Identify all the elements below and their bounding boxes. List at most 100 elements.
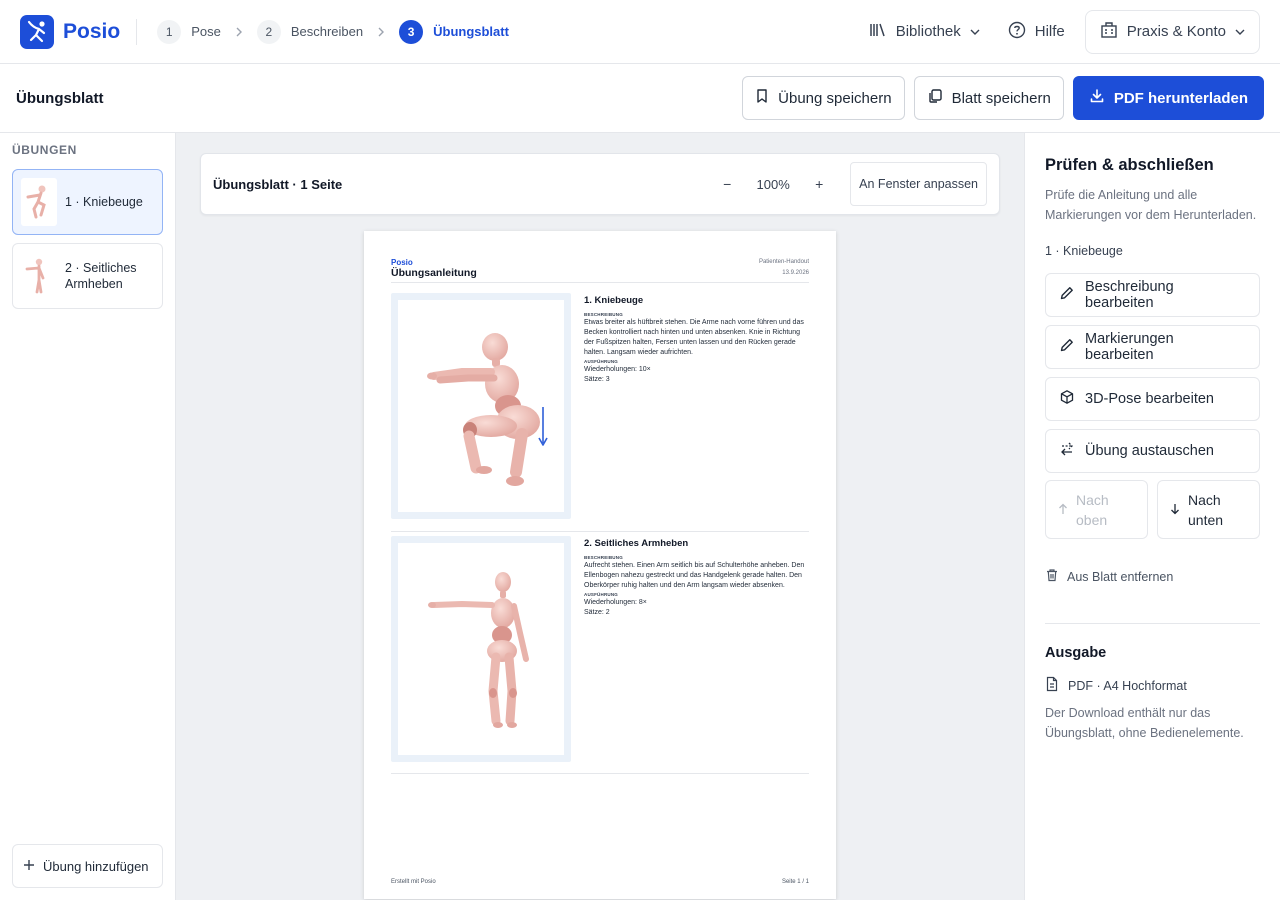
arrow-down-icon — [1170, 500, 1180, 520]
exercise-image-lateral-raise — [391, 536, 571, 762]
step-number: 1 — [157, 19, 182, 44]
exercise-sidebar: ÜBUNGEN 1 · Kniebeuge 2 · Seitliches Arm… — [0, 133, 176, 900]
sheet-footer-credit: Erstellt mit Posio — [391, 879, 436, 885]
help-label: Hilfe — [1034, 23, 1065, 40]
app-name: Posio — [63, 19, 121, 43]
divider — [391, 282, 809, 283]
bookmark-icon — [755, 88, 769, 108]
exercise-thumbnail — [21, 178, 57, 226]
pencil-icon — [1059, 285, 1075, 305]
sidebar-item-lateral-raise[interactable]: 2 · Seitliches Armheben — [12, 243, 163, 309]
pencil-icon — [1059, 337, 1075, 357]
download-icon — [1089, 88, 1105, 108]
library-icon — [869, 22, 887, 42]
chevron-right-icon — [377, 27, 385, 37]
exercise-image-squat — [391, 293, 571, 519]
trash-icon — [1045, 568, 1059, 585]
account-menu[interactable]: Praxis & Konto — [1084, 9, 1260, 54]
account-label: Praxis & Konto — [1126, 23, 1226, 40]
exercise-text-lateral-raise: 2. Seitliches Armheben BESCHREIBUNG Aufr… — [584, 538, 810, 618]
selected-exercise: 1 · Kniebeuge — [1045, 244, 1123, 258]
viewer-title: Übungsblatt · 1 Seite — [213, 176, 343, 192]
add-exercise-label: Übung hinzufügen — [43, 858, 149, 874]
output-note: Der Download enthält nur das Übungsblatt… — [1045, 706, 1244, 740]
swap-icon — [1059, 441, 1075, 461]
step-label: Übungsblatt — [433, 24, 509, 39]
description-caption: BESCHREIBUNG — [584, 312, 623, 317]
description-caption: BESCHREIBUNG — [584, 555, 623, 560]
exercise-description: Etwas breiter als hüftbreit stehen. Die … — [584, 319, 804, 356]
plus-icon — [23, 859, 35, 874]
exercise-sets: Sätze: 2 — [584, 609, 610, 616]
arrow-up-icon — [1058, 500, 1068, 520]
sheet-page-number: Seite 1 / 1 — [781, 879, 809, 885]
exercise-heading: 2. Seitliches Armheben — [584, 538, 689, 549]
library-menu[interactable]: Bibliothek — [855, 22, 994, 42]
move-up-button[interactable]: Nach oben — [1045, 480, 1148, 539]
add-exercise-button[interactable]: Übung hinzufügen — [12, 844, 163, 888]
chevron-right-icon — [235, 27, 243, 37]
step-number: 3 — [399, 19, 424, 44]
swap-exercise-label: Übung austauschen — [1085, 443, 1214, 459]
logo[interactable]: Posio — [20, 14, 121, 49]
top-bar: Posio 1 Pose 2 Beschreiben 3 Übungsblatt… — [0, 0, 1280, 64]
sidebar-item-label: 1 · Kniebeuge — [65, 195, 143, 209]
download-pdf-button[interactable]: PDF herunterladen — [1072, 76, 1264, 120]
remove-from-sheet-button[interactable]: Aus Blatt entfernen — [1045, 568, 1173, 585]
sheet-viewer: Übungsblatt · 1 Seite − 100% + An Fenste… — [176, 133, 1024, 900]
step-pose[interactable]: 1 Pose — [157, 19, 221, 44]
edit-description-label: Beschreibung bearbeiten — [1085, 279, 1174, 311]
sheet-brand: Posio — [391, 258, 413, 267]
step-sheet[interactable]: 3 Übungsblatt — [399, 19, 509, 44]
edit-3d-pose-button[interactable]: 3D-Pose bearbeiten — [1045, 377, 1260, 421]
zoom-level: 100% — [756, 176, 790, 192]
zoom-out-button[interactable]: − — [712, 176, 742, 192]
library-label: Bibliothek — [895, 23, 961, 40]
divider — [391, 531, 809, 532]
help-link[interactable]: Hilfe — [994, 21, 1079, 43]
sidebar-item-label: 2 · Seitliches Armheben — [65, 261, 137, 291]
sheet-title: Übungsanleitung — [391, 267, 477, 279]
page-header: Übungsblatt Übung speichern Blatt speich… — [0, 64, 1280, 133]
help-icon — [1008, 21, 1026, 43]
edit-markers-button[interactable]: Markierungen bearbeiten — [1045, 325, 1260, 369]
sidebar-heading: ÜBUNGEN — [12, 143, 77, 157]
chevron-down-icon — [1235, 23, 1245, 40]
panel-title: Prüfen & abschließen — [1045, 156, 1214, 174]
save-sheet-button[interactable]: Blatt speichern — [913, 76, 1064, 120]
output-format-label: PDF · A4 Hochformat — [1068, 678, 1187, 693]
exercise-description: Aufrecht stehen. Einen Arm seitlich bis … — [584, 562, 805, 589]
move-down-button[interactable]: Nach unten — [1157, 480, 1260, 539]
execution-caption: AUSFÜHRUNG — [584, 592, 618, 597]
swap-exercise-button[interactable]: Übung austauschen — [1045, 429, 1260, 473]
step-label: Pose — [191, 24, 221, 39]
sheet-date: 13.9.2026 — [782, 270, 809, 276]
page-title: Übungsblatt — [16, 89, 104, 107]
cube-icon — [1059, 389, 1075, 409]
zoom-controls: − 100% + An Fenster anpassen — [712, 162, 987, 206]
panel-description: Prüfe die Anleitung und alle Markierunge… — [1045, 188, 1257, 222]
exercise-thumbnail — [21, 252, 57, 300]
sidebar-item-squat[interactable]: 1 · Kniebeuge — [12, 169, 163, 235]
sheet-handout-label: Patienten-Handout — [758, 259, 809, 265]
building-icon — [1100, 21, 1118, 43]
move-up-label: Nach oben — [1076, 491, 1109, 528]
copy-icon — [927, 88, 943, 108]
document-icon — [1045, 676, 1059, 695]
step-number: 2 — [256, 19, 281, 44]
zoom-in-button[interactable]: + — [804, 176, 834, 192]
output-format: PDF · A4 Hochformat — [1045, 676, 1187, 695]
exercise-heading: 1. Kniebeuge — [584, 295, 644, 306]
edit-description-button[interactable]: Beschreibung bearbeiten — [1045, 273, 1260, 317]
divider — [1045, 623, 1260, 624]
download-pdf-label: PDF herunterladen — [1113, 89, 1248, 107]
top-nav: Bibliothek Hilfe Praxis & Konto — [855, 9, 1260, 54]
header-actions: Übung speichern Blatt speichern PDF heru… — [742, 76, 1264, 120]
step-label: Beschreiben — [290, 24, 364, 39]
logo-figure-icon — [20, 14, 54, 49]
step-describe[interactable]: 2 Beschreiben — [256, 19, 364, 44]
save-exercise-button[interactable]: Übung speichern — [742, 76, 905, 120]
save-sheet-label: Blatt speichern — [951, 89, 1051, 107]
fit-to-window-button[interactable]: An Fenster anpassen — [850, 162, 987, 206]
exercise-text-squat: 1. Kniebeuge BESCHREIBUNG Etwas breiter … — [584, 295, 810, 385]
